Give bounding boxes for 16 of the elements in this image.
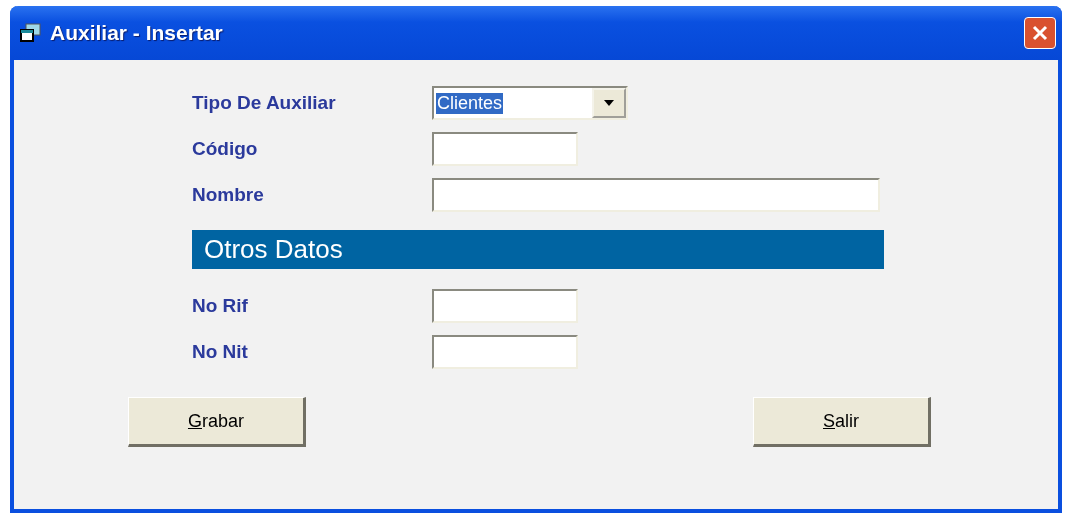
dialog-button[interactable]: Grabar [128, 397, 306, 447]
field-label: No Rif [192, 295, 249, 317]
field-label: No Nit [192, 341, 249, 363]
close-icon[interactable] [1024, 17, 1056, 49]
section-title: Otros Datos [204, 234, 343, 265]
field-label: Nombre [192, 184, 265, 206]
dialog-button[interactable]: Salir [753, 397, 931, 447]
input-field[interactable] [432, 335, 578, 369]
window-title: Auxiliar - Insertar [50, 21, 224, 45]
input-field[interactable] [432, 178, 880, 212]
field-label: Tipo De Auxiliar [192, 92, 337, 114]
input-field[interactable] [432, 289, 578, 323]
window-icon [20, 23, 42, 43]
type-dropdown[interactable]: Clientes [432, 86, 628, 120]
input-field[interactable] [432, 132, 578, 166]
field-label: Código [192, 138, 259, 160]
